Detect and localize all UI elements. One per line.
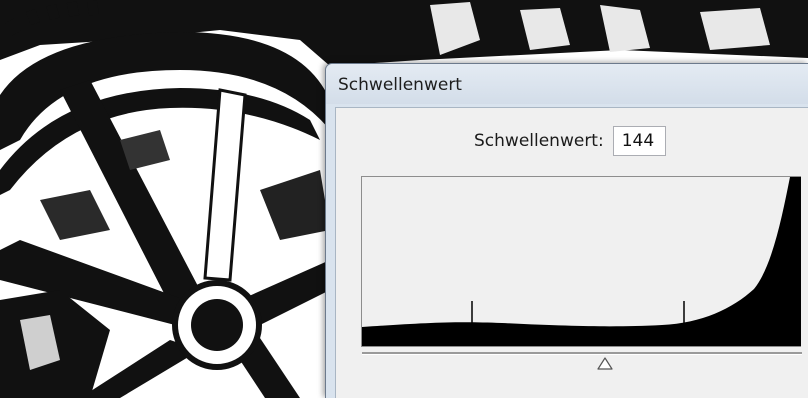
threshold-label: Schwellenwert: <box>474 131 604 151</box>
histogram <box>361 176 801 347</box>
threshold-slider-track[interactable] <box>362 352 802 355</box>
threshold-value-input[interactable]: 144 <box>612 126 666 156</box>
threshold-slider-handle[interactable] <box>597 357 613 371</box>
threshold-dialog: Schwellenwert Schwellenwert: 144 <box>325 63 808 398</box>
dialog-titlebar[interactable]: Schwellenwert <box>326 64 808 104</box>
dialog-title: Schwellenwert <box>338 75 462 95</box>
threshold-row: Schwellenwert: 144 <box>474 126 666 156</box>
dialog-content: Schwellenwert: 144 <box>335 107 808 398</box>
histogram-curve <box>362 177 801 346</box>
